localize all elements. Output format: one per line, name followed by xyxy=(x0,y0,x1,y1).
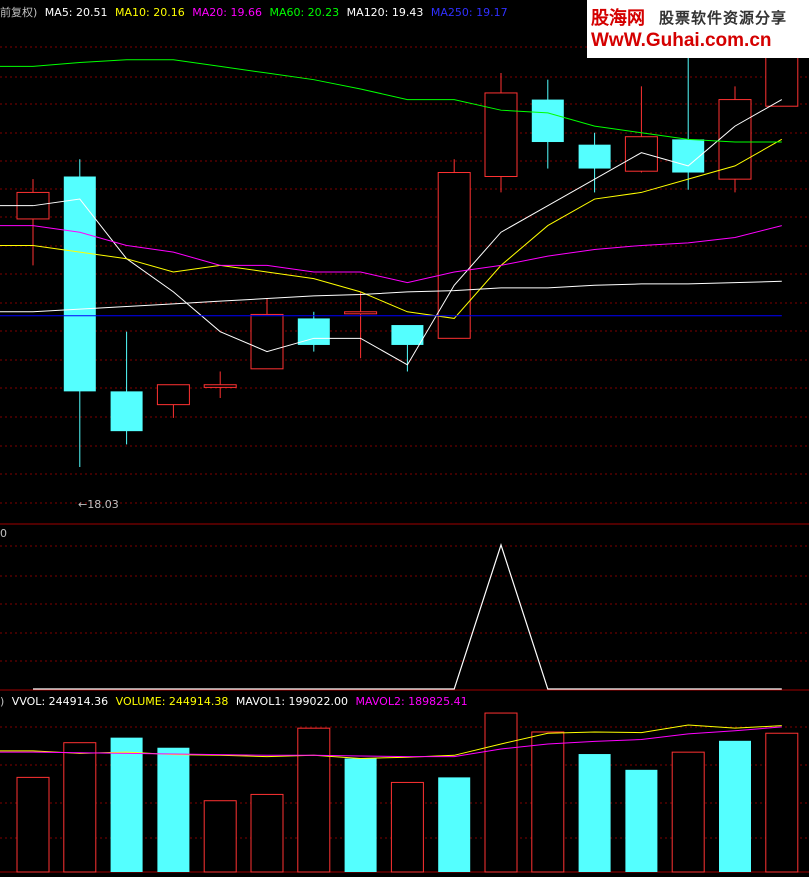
volume-bar-down xyxy=(719,740,751,872)
legend-ma60: MA60: 20.23 xyxy=(269,6,340,19)
candle-body-up xyxy=(203,384,237,388)
candle-body-down xyxy=(110,391,143,432)
volume-legend: ) VVOL: 244914.36 VOLUME: 244914.38 MAVO… xyxy=(0,695,472,709)
volume-bar-up xyxy=(484,712,518,873)
volume-bar-down xyxy=(625,769,658,872)
volume-bar-down xyxy=(578,754,611,872)
volume-bar-up xyxy=(531,731,565,873)
candle-body-up xyxy=(484,92,518,178)
legend-ma120: MA120: 19.43 xyxy=(346,6,424,19)
volume-bar-down xyxy=(344,758,377,872)
low-price-label: ←18.03 xyxy=(78,498,119,511)
candle-body-up xyxy=(344,311,378,315)
legend-ma250: MA250: 19.17 xyxy=(430,6,508,19)
volume-bar-up xyxy=(203,800,237,873)
brand-banner: 股海网 股票软件资源分享 WwW.Guhai.com.cn xyxy=(587,0,809,58)
candle-body-up xyxy=(156,384,190,406)
kline-chart[interactable] xyxy=(0,0,809,877)
brand-slogan: 股票软件资源分享 xyxy=(659,9,788,27)
candle-body-down xyxy=(391,325,424,345)
vol-legend-prefix: ) xyxy=(0,695,5,708)
candle-body-up xyxy=(624,136,658,172)
vol-legend-vvol: VVOL: 244914.36 xyxy=(11,695,109,708)
vol-legend-volume: VOLUME: 244914.38 xyxy=(115,695,229,708)
ma-line-ma120 xyxy=(0,280,782,313)
volume-bar-up xyxy=(671,751,705,873)
brand-logo: 股海网 xyxy=(591,8,645,29)
vol-legend-mavol2: MAVOL2: 189825.41 xyxy=(355,695,468,708)
candle-body-down xyxy=(531,99,564,143)
candle-body-down xyxy=(578,144,611,169)
main-legend: 前复权) MA5: 20.51 MA10: 20.16 MA20: 19.66 … xyxy=(0,6,512,20)
volume-bar-up xyxy=(390,781,424,873)
legend-ma20: MA20: 19.66 xyxy=(192,6,262,19)
candle-body-down xyxy=(63,176,96,392)
legend-ma10: MA10: 20.16 xyxy=(115,6,185,19)
low-price-value: 18.03 xyxy=(87,498,119,511)
low-price-arrow: ← xyxy=(78,498,88,511)
volume-bar-up xyxy=(297,727,331,873)
legend-ma5: MA5: 20.51 xyxy=(44,6,108,19)
volume-bar-up xyxy=(765,732,799,873)
volume-bar-up xyxy=(250,793,284,873)
volume-bar-down xyxy=(157,747,190,872)
volume-bar-down xyxy=(438,777,471,872)
indicator-panel-label: 0 xyxy=(0,527,7,540)
ma-line-ma60 xyxy=(0,59,782,143)
vol-legend-mavol1: MAVOL1: 199022.00 xyxy=(235,695,349,708)
candle-body-up xyxy=(437,172,471,339)
ma-line-ma10 xyxy=(0,138,783,319)
indicator-line xyxy=(33,543,782,690)
ma-line-ma5 xyxy=(0,99,783,366)
brand-url: WwW.Guhai.com.cn xyxy=(591,30,772,51)
candle-body-up xyxy=(250,313,284,370)
volume-bar-up xyxy=(63,742,97,873)
legend-prefix: 前复权) xyxy=(0,6,38,19)
volume-bar-down xyxy=(110,737,143,872)
candle-body-down xyxy=(297,318,330,345)
candle-body-up xyxy=(718,99,752,180)
volume-bar-up xyxy=(16,776,50,873)
